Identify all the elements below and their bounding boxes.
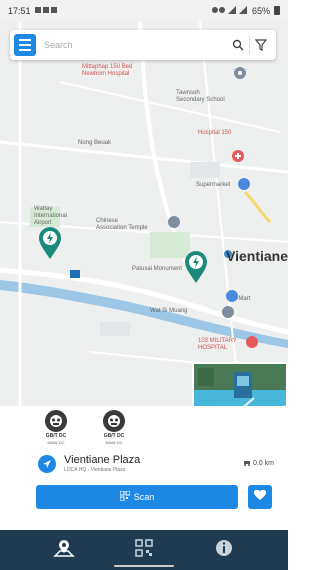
info-icon — [215, 539, 233, 562]
location-marker-icon[interactable] — [234, 67, 246, 79]
map-label-hospital-150: Hospital 150 — [198, 130, 232, 136]
filter-icon[interactable] — [250, 34, 272, 56]
map-label-supermarket: Supermarket — [196, 182, 231, 188]
station-distance: 0.0 km — [243, 459, 274, 468]
action-row: Scan — [0, 477, 288, 509]
battery-level: 65% — [251, 6, 270, 16]
charger-pin-icon[interactable] — [184, 250, 208, 284]
menu-button[interactable] — [14, 34, 36, 56]
heart-icon — [253, 489, 267, 504]
scan-button[interactable]: Scan — [36, 484, 238, 509]
connector-power: 60kW DC — [105, 439, 123, 445]
map-label-school: Tawnsoh Secondary School — [176, 90, 225, 104]
station-info: Vientiane Plaza LOCA HQ - Vientiane Plaz… — [64, 454, 243, 473]
favorite-button[interactable] — [248, 484, 272, 509]
connector-power: 60kW DC — [47, 439, 65, 445]
qr-scan-icon — [119, 490, 131, 503]
shop-marker-icon[interactable] — [238, 178, 250, 190]
station-subtitle: LOCA HQ - Vientiane Plaza — [64, 467, 126, 473]
battery-icon — [274, 5, 280, 17]
map-label-city: Vientiane — [226, 248, 288, 264]
qr-code-icon — [135, 538, 153, 562]
nav-map[interactable] — [48, 534, 80, 566]
status-left: 17:51 — [8, 6, 59, 16]
search-icon[interactable] — [227, 34, 249, 56]
plug-icon — [45, 410, 67, 432]
home-indicator — [114, 565, 174, 567]
connector-item[interactable]: GB/T DC 60kW DC — [94, 410, 134, 445]
menu-bar-line — [19, 49, 31, 51]
map-pin-icon — [53, 538, 75, 563]
menu-bar-line — [19, 39, 31, 41]
connector-list: GB/T DC 60kW DC GB/T DC 60kW DC — [0, 406, 288, 445]
wat-marker-icon[interactable] — [222, 306, 234, 318]
map-label-hospital-top: Mittaphap 150 Bed Newborn Hospital — [82, 64, 133, 78]
menu-bar-line — [19, 44, 31, 46]
station-photo[interactable] — [192, 362, 288, 406]
map-label-wat: Wat Si Muang — [150, 308, 188, 314]
notification-icons — [34, 6, 59, 16]
plug-icon — [103, 410, 125, 432]
mart-marker-icon[interactable] — [226, 290, 238, 302]
search-bar — [10, 30, 276, 60]
map-label-airport: Wattay International Airport — [34, 206, 68, 227]
nav-qr[interactable] — [128, 534, 160, 566]
station-panel: GB/T DC 60kW DC GB/T DC 60kW DC Vientian… — [0, 406, 288, 536]
navigate-icon[interactable] — [38, 454, 56, 473]
search-input[interactable] — [44, 40, 227, 50]
scan-label: Scan — [133, 491, 155, 502]
military-hospital-marker-icon[interactable] — [246, 336, 258, 348]
signal-icon — [211, 6, 248, 16]
map-label-temple: Chinese Association Temple — [96, 218, 148, 232]
map-label-village: Nong Beuak — [78, 140, 112, 146]
map-label-military-hospital: 103 MILITARY HOSPITAL — [198, 338, 237, 352]
status-bar: 17:51 65% — [0, 0, 288, 22]
charger-pin-icon[interactable] — [38, 226, 62, 260]
car-icon — [243, 459, 251, 468]
connector-item[interactable]: GB/T DC 60kW DC — [36, 410, 76, 445]
station-name: Vientiane Plaza — [64, 454, 141, 466]
status-time: 17:51 — [8, 6, 31, 16]
nav-info[interactable] — [208, 534, 240, 566]
station-row[interactable]: Vientiane Plaza LOCA HQ - Vientiane Plaz… — [0, 445, 288, 477]
distance-value: 0.0 km — [252, 460, 274, 467]
hospital-marker-icon[interactable] — [232, 150, 244, 162]
map-view[interactable]: Mittaphap 150 Bed Newborn Hospital Tawns… — [0, 22, 288, 406]
status-right: 65% — [211, 5, 280, 17]
bottom-nav — [0, 530, 288, 570]
temple-marker-icon[interactable] — [168, 216, 180, 228]
map-label-patuxai: Patuxai Monument — [132, 266, 183, 272]
